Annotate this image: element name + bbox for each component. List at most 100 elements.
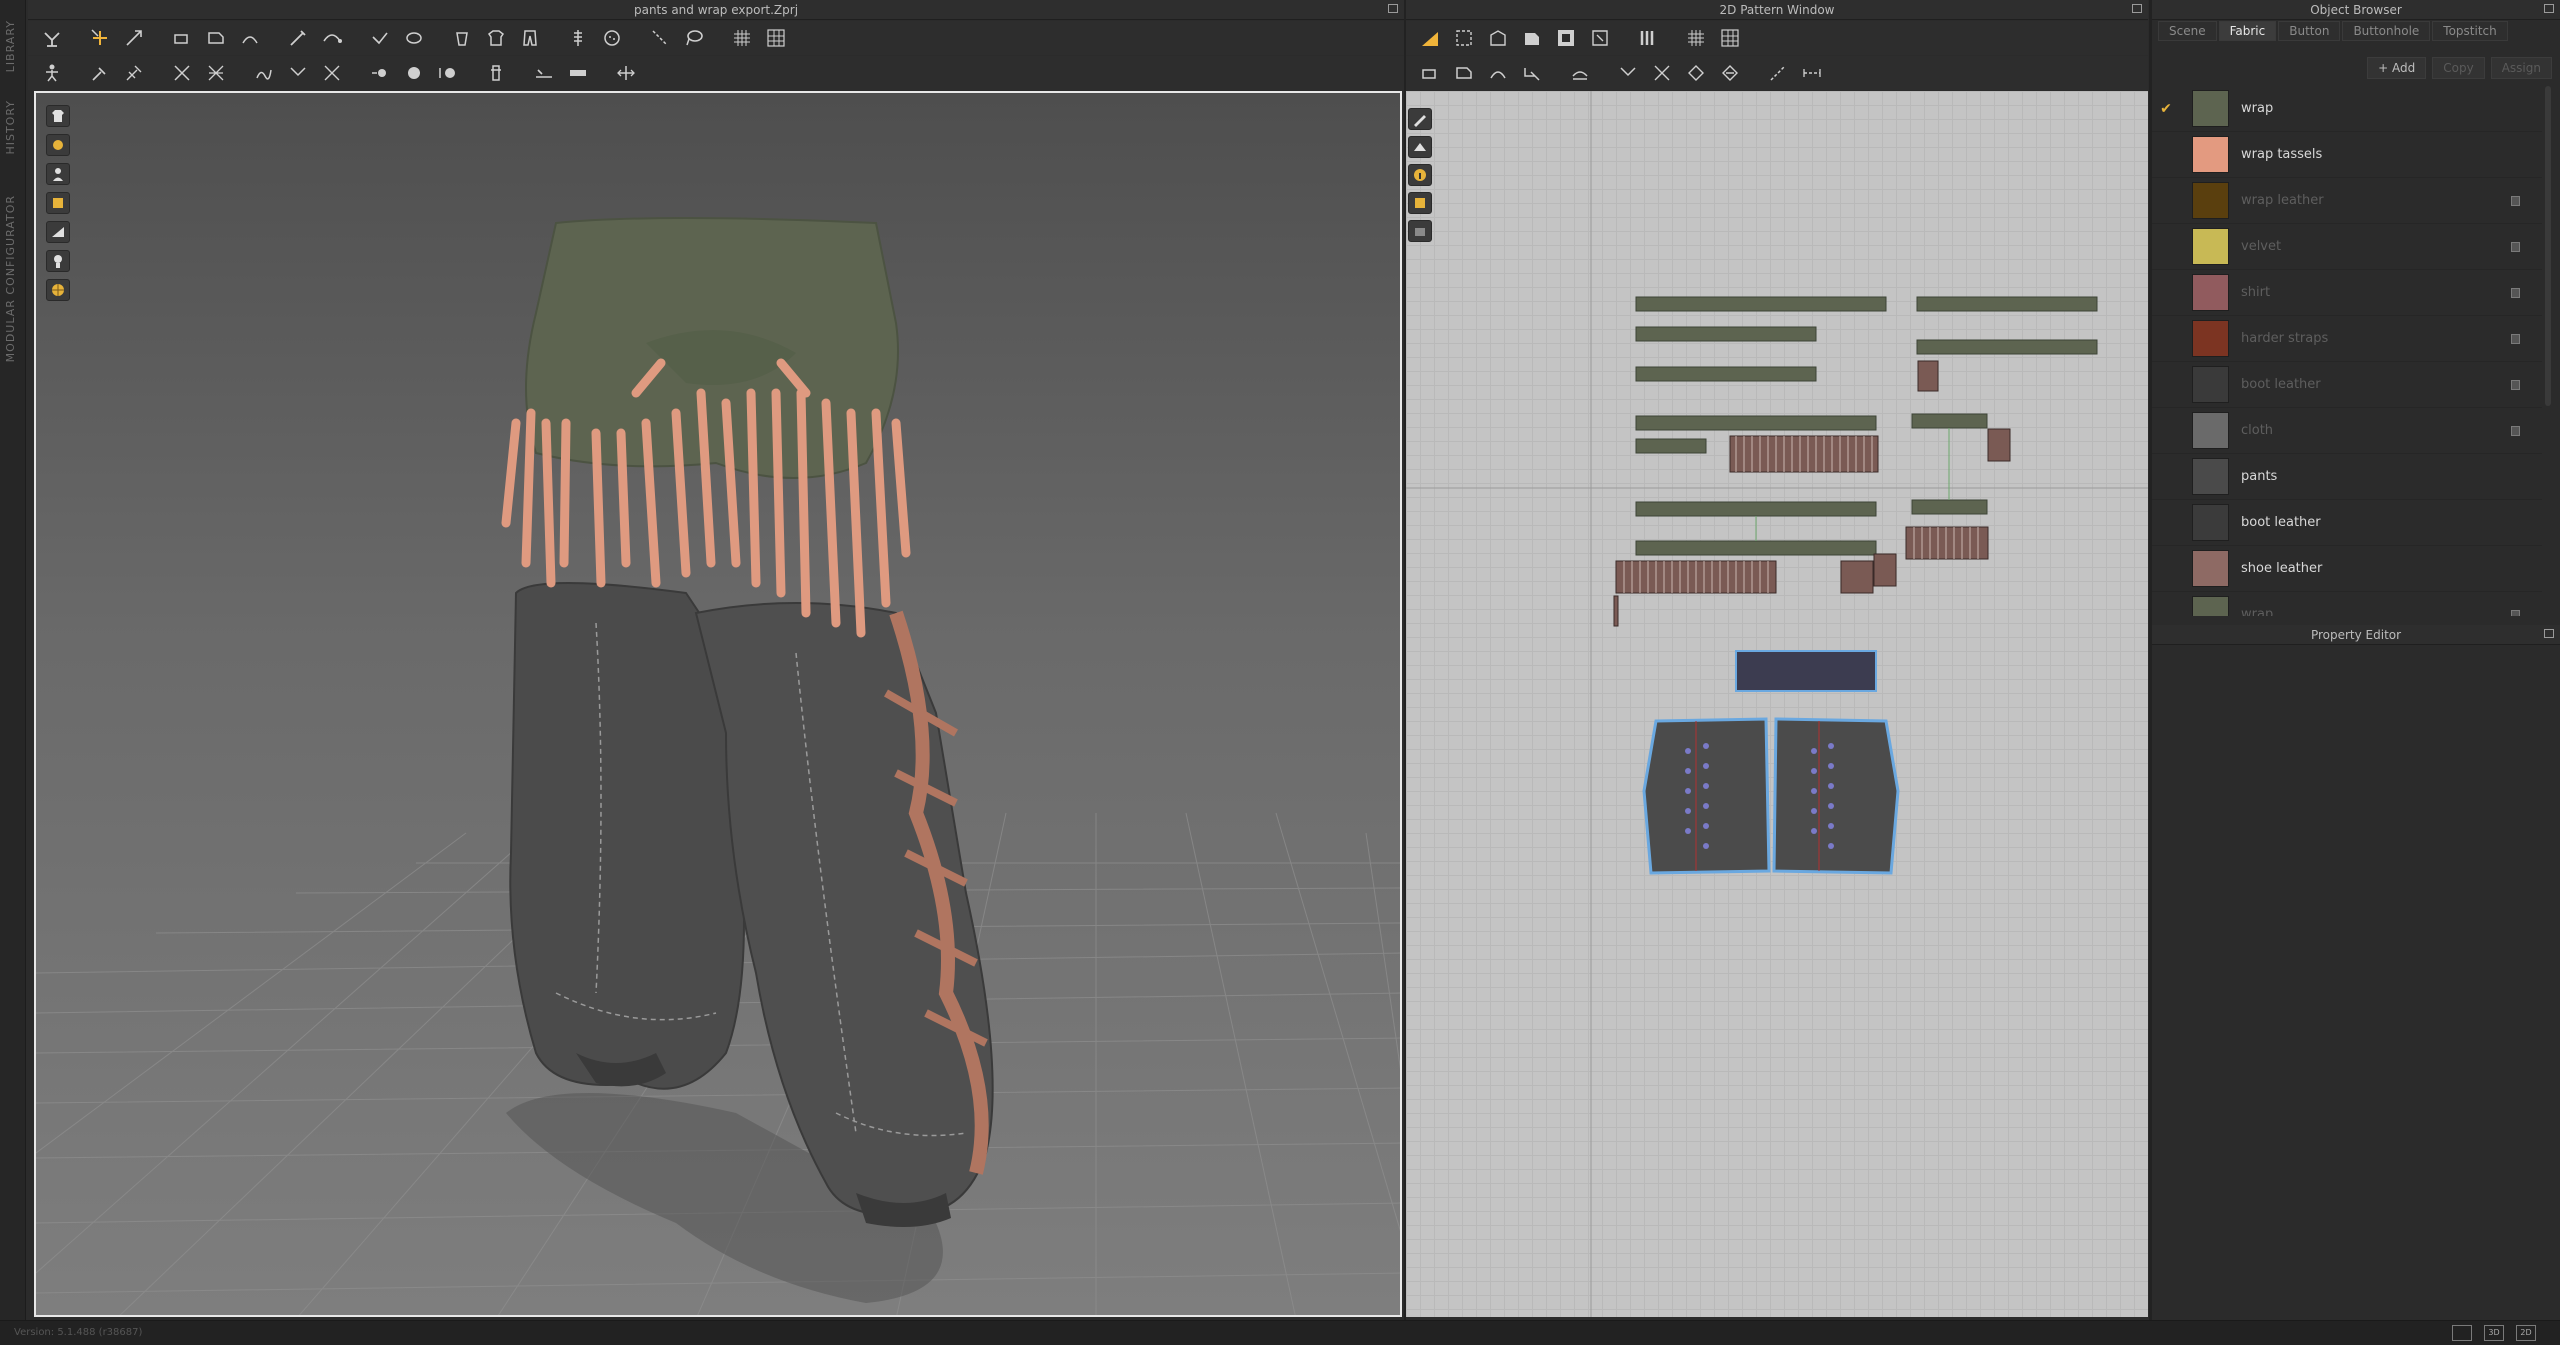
add-fabric-button[interactable]: + Add xyxy=(2367,57,2427,79)
tab-buttonhole[interactable]: Buttonhole xyxy=(2342,21,2431,41)
fabric-list-item[interactable]: ✔ wrap xyxy=(2152,86,2542,132)
lock-icon[interactable] xyxy=(2511,333,2520,344)
grid-texture-icon[interactable] xyxy=(762,24,790,52)
deform-icon[interactable] xyxy=(202,59,230,87)
fabric-list-item[interactable]: velvet xyxy=(2152,224,2542,270)
pattern-transform-icon[interactable] xyxy=(1416,24,1444,52)
pants-icon[interactable] xyxy=(516,24,544,52)
shirt-icon[interactable] xyxy=(482,24,510,52)
rail-tab-library[interactable]: LIBRARY xyxy=(4,20,17,72)
lock-icon[interactable] xyxy=(2511,609,2520,616)
tab-fabric[interactable]: Fabric xyxy=(2218,21,2277,41)
avatar-pose-icon[interactable] xyxy=(38,59,66,87)
pattern-window-2d[interactable] xyxy=(1406,91,2148,1317)
tack-icon[interactable] xyxy=(236,24,264,52)
copy-fabric-button[interactable]: Copy xyxy=(2432,57,2485,79)
viewport-3d[interactable] xyxy=(34,91,1402,1317)
topstitch-icon[interactable] xyxy=(646,24,674,52)
tab-topstitch[interactable]: Topstitch xyxy=(2432,21,2508,41)
texture-display-icon[interactable] xyxy=(46,134,70,156)
button-tool-icon[interactable] xyxy=(598,24,626,52)
fabric-select-icon[interactable] xyxy=(284,59,312,87)
fabric-list-item[interactable]: wrap leather xyxy=(2152,178,2542,224)
shirt-display-icon[interactable] xyxy=(46,105,70,127)
shrinkage-icon[interactable] xyxy=(400,24,428,52)
polygon-icon[interactable] xyxy=(1484,24,1512,52)
grid-icon[interactable] xyxy=(728,24,756,52)
lock-icon[interactable] xyxy=(2511,425,2520,436)
avatar-silhouette-icon[interactable] xyxy=(46,250,70,272)
fabric-list-item[interactable]: boot leather xyxy=(2152,500,2542,546)
point-tool-icon[interactable] xyxy=(366,59,394,87)
pattern-select-icon[interactable] xyxy=(318,59,346,87)
garment-fit-icon[interactable] xyxy=(448,24,476,52)
grid-2d-icon[interactable] xyxy=(1682,24,1710,52)
rail-tab-history[interactable]: HISTORY xyxy=(4,100,17,155)
arrangement-point-icon[interactable] xyxy=(86,59,114,87)
lock-icon[interactable] xyxy=(2511,287,2520,298)
check-sewing-icon[interactable] xyxy=(1518,59,1546,87)
fabric-list-item[interactable]: pants xyxy=(2152,454,2542,500)
maximize-icon[interactable] xyxy=(2132,4,2142,13)
panel-splitter[interactable] xyxy=(1404,0,1406,1320)
internal-polygon-icon[interactable] xyxy=(1552,24,1580,52)
fabric-list-item[interactable]: wrap xyxy=(2152,592,2542,616)
lock-icon[interactable] xyxy=(2511,379,2520,390)
view-split-button[interactable] xyxy=(2452,1325,2472,1341)
fabric-list-item[interactable]: harder straps xyxy=(2152,316,2542,362)
arrangement-icon[interactable] xyxy=(120,59,148,87)
fabric-display-icon[interactable] xyxy=(46,192,70,214)
lock-icon[interactable] xyxy=(2511,195,2520,206)
zipper-icon[interactable] xyxy=(564,24,592,52)
avatar-display-icon[interactable] xyxy=(46,163,70,185)
tab-button[interactable]: Button xyxy=(2278,21,2341,41)
fabric-list-item[interactable]: cloth xyxy=(2152,408,2542,454)
sewing-icon[interactable] xyxy=(250,59,278,87)
select-move-icon[interactable] xyxy=(86,24,114,52)
ruler-icon[interactable] xyxy=(612,59,640,87)
free-sewing-icon[interactable] xyxy=(1450,59,1478,87)
pattern-fabric-icon[interactable] xyxy=(1408,192,1432,214)
strengthen-icon[interactable] xyxy=(564,59,592,87)
sphere-icon[interactable] xyxy=(400,59,428,87)
measure-icon[interactable] xyxy=(318,24,346,52)
lock-icon[interactable] xyxy=(2511,241,2520,252)
view-2d-button[interactable]: 2D xyxy=(2516,1325,2536,1341)
m-n-sewing-icon[interactable] xyxy=(1484,59,1512,87)
topstitch-2d-icon[interactable] xyxy=(1764,59,1792,87)
fitting-suit-icon[interactable] xyxy=(482,59,510,87)
graphic-icon[interactable] xyxy=(1682,59,1710,87)
fabric-list-item[interactable]: wrap tassels xyxy=(2152,132,2542,178)
assign-fabric-button[interactable]: Assign xyxy=(2490,57,2552,79)
rectangle-icon[interactable] xyxy=(1518,24,1546,52)
rail-tab-modular-configurator[interactable]: MODULAR CONFIGURATOR xyxy=(4,195,17,362)
fabric-texture-icon[interactable] xyxy=(1648,59,1676,87)
maximize-icon[interactable] xyxy=(2544,4,2554,13)
dart-icon[interactable] xyxy=(1586,24,1614,52)
pattern-layer-icon[interactable] xyxy=(1408,220,1432,242)
flatten-icon[interactable] xyxy=(530,59,558,87)
simulate-icon[interactable] xyxy=(38,24,66,52)
ball-display-icon[interactable] xyxy=(46,279,70,301)
edit-pattern-icon[interactable] xyxy=(1450,24,1478,52)
fabric-list-item[interactable]: boot leather xyxy=(2152,362,2542,408)
segment-topstitch-icon[interactable] xyxy=(1798,59,1826,87)
graphic-edit-icon[interactable] xyxy=(1716,59,1744,87)
fabric-list-item[interactable]: shoe leather xyxy=(2152,546,2542,592)
fold-icon[interactable] xyxy=(202,24,230,52)
stage-display-icon[interactable] xyxy=(46,221,70,243)
fold-arrangement-icon[interactable] xyxy=(168,24,196,52)
fabric-list-scrollbar[interactable] xyxy=(2545,86,2551,406)
lasso-icon[interactable] xyxy=(680,24,708,52)
select-mesh-icon[interactable] xyxy=(120,24,148,52)
fold-2d-icon[interactable] xyxy=(1566,59,1594,87)
pattern-view-icon[interactable] xyxy=(1408,136,1432,158)
trace-icon[interactable] xyxy=(1634,24,1662,52)
maximize-icon[interactable] xyxy=(2544,629,2554,638)
pattern-info-icon[interactable] xyxy=(1408,164,1432,186)
transform-icon[interactable] xyxy=(168,59,196,87)
tab-scene[interactable]: Scene xyxy=(2158,21,2217,41)
view-3d-button[interactable]: 3D xyxy=(2484,1325,2504,1341)
fabric-2d-icon[interactable] xyxy=(1614,59,1642,87)
pattern-pencil-icon[interactable] xyxy=(1408,108,1432,130)
